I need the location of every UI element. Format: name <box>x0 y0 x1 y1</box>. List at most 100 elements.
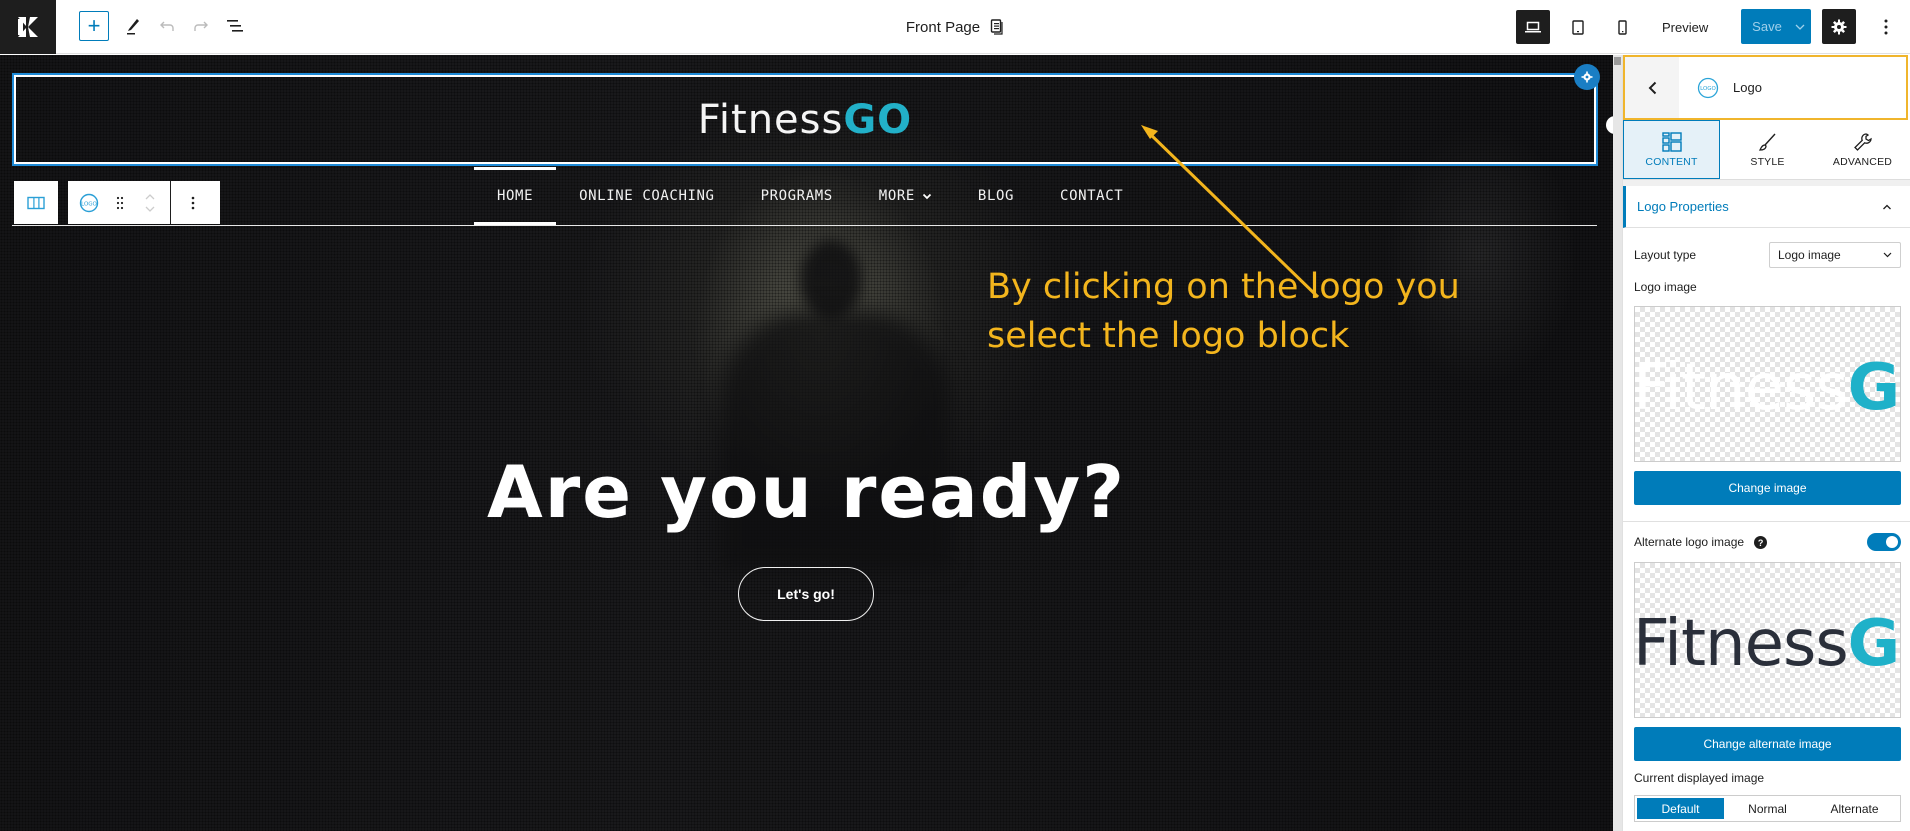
logo-image: FitnessGO <box>1635 351 1900 425</box>
logo-icon: LOGO <box>79 193 99 212</box>
list-view-icon <box>227 20 243 32</box>
move-up-down-icon <box>145 193 155 212</box>
change-alternate-image-button[interactable]: Change alternate image <box>1634 727 1901 761</box>
list-view-button[interactable] <box>220 11 250 41</box>
annotation-line-2: select the logo block <box>987 316 1350 356</box>
gear-icon <box>1831 19 1847 34</box>
block-settings-badge[interactable] <box>1574 64 1600 90</box>
svg-text:LOGO: LOGO <box>81 201 97 207</box>
device-desktop-button[interactable] <box>1516 10 1550 44</box>
chevron-left-icon <box>1648 81 1656 94</box>
layout-type-label: Layout type <box>1634 248 1697 262</box>
save-options-button[interactable] <box>1789 9 1811 44</box>
nav-item-home[interactable]: HOME <box>474 167 557 225</box>
chevron-down-icon <box>1883 252 1892 258</box>
tab-label: ADVANCED <box>1832 155 1893 168</box>
block-toolbar: LOGO <box>14 181 220 225</box>
block-type-button[interactable]: LOGO <box>68 181 110 224</box>
move-up-down-button[interactable] <box>130 181 170 224</box>
tools-button[interactable] <box>118 11 148 41</box>
alternate-logo-image: FitnessGO <box>1634 607 1900 681</box>
option-alternate[interactable]: Alternate <box>1811 798 1898 819</box>
alternate-logo-label: Alternate logo image? <box>1634 534 1768 550</box>
nav-item-more[interactable]: MORE <box>856 167 955 225</box>
current-displayed-row: Current displayed image <box>1623 761 1910 795</box>
annotation-line-1: By clicking on the logo you <box>987 267 1460 307</box>
device-tablet-button[interactable] <box>1561 10 1595 44</box>
back-button[interactable] <box>1625 57 1679 118</box>
nav-item-contact[interactable]: CONTACT <box>1037 167 1146 225</box>
preview-button[interactable]: Preview <box>1652 10 1718 44</box>
site-logo-button[interactable] <box>0 0 56 54</box>
block-inserter-button[interactable]: + <box>79 11 109 41</box>
resize-handle[interactable] <box>1606 116 1613 134</box>
document-icon[interactable] <box>990 19 1004 35</box>
save-button[interactable]: Save <box>1741 9 1789 44</box>
more-vertical-icon <box>191 196 194 209</box>
sidebar-tabs: CONTENT STYLE ADVANCED <box>1623 120 1910 180</box>
plus-icon: + <box>87 13 101 38</box>
layout-type-select[interactable]: Logo image <box>1769 242 1901 268</box>
drag-handle[interactable] <box>110 181 130 224</box>
chevron-down-icon <box>922 193 932 199</box>
block-toolbar-main: LOGO <box>68 181 220 224</box>
alternate-logo-row: Alternate logo image? <box>1623 522 1910 562</box>
site-logo[interactable]: FitnessGO <box>16 97 1594 143</box>
sidebar-block-header: LOGO Logo <box>1623 55 1908 120</box>
option-normal[interactable]: Normal <box>1724 798 1811 819</box>
nav-item-label: MORE <box>878 188 915 204</box>
nav-item-blog[interactable]: BLOG <box>955 167 1037 225</box>
tutorial-annotation: By clicking on the logo you select the l… <box>987 263 1460 361</box>
nav-item-label: BLOG <box>977 188 1015 204</box>
chevron-down-icon <box>1795 24 1805 30</box>
more-vertical-icon <box>1884 19 1888 35</box>
alternate-logo-label-text: Alternate logo image <box>1634 534 1745 549</box>
primary-navigation: HOME ONLINE COACHING PROGRAMS MORE BLOG … <box>474 167 1146 225</box>
undo-icon <box>160 21 174 31</box>
hero-title[interactable]: Are you ready? <box>0 450 1613 534</box>
logo-image-preview[interactable]: FitnessGO <box>1634 306 1901 462</box>
logo-image-label: Logo image <box>1634 280 1697 294</box>
logo-image-text-main: Fitness <box>1634 607 1849 681</box>
canvas-scrollbar[interactable] <box>1613 55 1622 831</box>
alternate-logo-toggle[interactable] <box>1867 533 1901 551</box>
redo-button[interactable] <box>186 11 216 41</box>
document-title[interactable]: Front Page <box>906 19 980 36</box>
displayed-image-segmented-control: Default Normal Alternate <box>1634 795 1901 822</box>
settings-button[interactable] <box>1822 9 1856 44</box>
kadence-logo-icon <box>18 17 38 37</box>
device-mobile-button[interactable] <box>1605 10 1639 44</box>
tab-content[interactable]: CONTENT <box>1623 120 1720 179</box>
hero-cta-button[interactable]: Let's go! <box>738 567 874 621</box>
row-layout-icon <box>27 196 45 209</box>
nav-item-online-coaching[interactable]: ONLINE COACHING <box>556 167 737 225</box>
block-options-button[interactable] <box>171 181 214 224</box>
nav-item-label: HOME <box>497 188 534 204</box>
undo-button[interactable] <box>152 11 182 41</box>
help-icon[interactable]: ? <box>1754 536 1768 550</box>
nav-item-programs[interactable]: PROGRAMS <box>738 167 856 225</box>
chevron-up-icon <box>1883 204 1891 209</box>
nav-item-label: CONTACT <box>1060 188 1124 204</box>
logo-block-selected[interactable]: FitnessGO <box>12 73 1598 166</box>
tab-style[interactable]: STYLE <box>1720 120 1815 179</box>
alternate-logo-preview[interactable]: FitnessGO <box>1634 562 1901 718</box>
canvas-scrollbar-thumb[interactable] <box>1614 57 1621 65</box>
nav-item-label: ONLINE COACHING <box>579 188 715 204</box>
gear-icon <box>1581 71 1593 83</box>
editor-canvas[interactable]: FitnessGO LOGO HOME ONLINE COACHING PROG… <box>0 55 1613 831</box>
layout-type-value: Logo image <box>1778 248 1841 262</box>
brush-icon <box>1758 133 1776 151</box>
change-image-button[interactable]: Change image <box>1634 471 1901 505</box>
editor-top-bar: + Front Page Preview Save <box>0 0 1910 54</box>
options-button[interactable] <box>1874 10 1898 44</box>
tab-label: STYLE <box>1750 155 1785 168</box>
tab-advanced[interactable]: ADVANCED <box>1815 120 1910 179</box>
tab-label: CONTENT <box>1645 155 1698 168</box>
logo-image-text-accent: GO <box>1847 607 1900 681</box>
nav-item-label: PROGRAMS <box>760 188 833 204</box>
option-default[interactable]: Default <box>1637 798 1724 819</box>
select-parent-button[interactable] <box>14 181 58 224</box>
logo-properties-panel-toggle[interactable]: Logo Properties <box>1623 186 1910 228</box>
current-displayed-label: Current displayed image <box>1634 771 1765 785</box>
